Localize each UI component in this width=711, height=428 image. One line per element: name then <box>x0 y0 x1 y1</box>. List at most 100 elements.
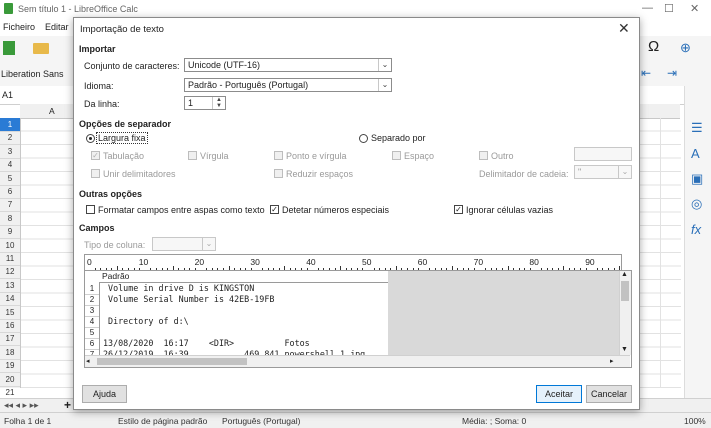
omega-icon[interactable]: Ω <box>648 38 659 55</box>
detect-numbers-label[interactable]: Detetar números especiais <box>282 205 389 215</box>
status-sum[interactable]: Média: ; Soma: 0 <box>462 416 526 426</box>
preview-vertical-scrollbar[interactable]: ▲ ▼ <box>619 271 631 355</box>
help-button[interactable]: Ajuda <box>82 385 127 403</box>
row-header[interactable]: 3 <box>0 145 20 159</box>
text-import-dialog: Importação de texto ✕ Importar Conjunto … <box>73 17 640 410</box>
tab-checkbox[interactable]: ✓ <box>91 151 100 160</box>
spinner-arrows-icon[interactable]: ▲ ▼ <box>212 97 225 109</box>
close-window-icon[interactable]: ✕ <box>690 2 699 15</box>
sheet-nav-icon[interactable]: ◂◂ ◂ ▸ ▸▸ <box>4 400 39 411</box>
preview-line: 13/08/2020 16:17 <DIR> Fotos <box>103 338 310 348</box>
fixed-width-radio[interactable] <box>86 134 95 143</box>
charset-select[interactable]: Unicode (UTF-16) ⌄ <box>184 58 392 72</box>
merge-delimiters-checkbox[interactable] <box>91 169 100 178</box>
scroll-thumb[interactable] <box>621 281 629 301</box>
status-language[interactable]: Português (Portugal) <box>222 416 300 426</box>
open-folder-icon[interactable] <box>33 43 49 54</box>
string-delimiter-select[interactable]: " ⌄ <box>574 165 632 179</box>
ruler-label: 80 <box>529 257 539 267</box>
row-header[interactable]: 15 <box>0 306 20 320</box>
row-header[interactable]: 1 <box>0 118 20 132</box>
other-options-section-heading: Outras opções <box>79 189 143 199</box>
row-header[interactable]: 2 <box>0 131 20 146</box>
row-header[interactable]: 9 <box>0 225 20 240</box>
chevron-down-icon: ⌄ <box>378 59 391 71</box>
row-header[interactable]: 10 <box>0 239 20 253</box>
preview-table[interactable]: Padrão 12345678 Volume in drive D is KIN… <box>84 270 632 368</box>
status-zoom[interactable]: 100% <box>684 416 706 426</box>
name-box[interactable]: A1 <box>2 90 13 100</box>
ruler-label: 30 <box>250 257 260 267</box>
scroll-down-icon[interactable]: ▼ <box>621 346 628 353</box>
row-header[interactable]: 4 <box>0 158 20 173</box>
other-checkbox[interactable] <box>479 151 488 160</box>
ignore-empty-label[interactable]: Ignorar células vazias <box>466 205 553 215</box>
ok-button[interactable]: Aceitar <box>536 385 582 403</box>
fixed-width-label[interactable]: Largura fixa <box>96 132 148 144</box>
row-header[interactable]: 5 <box>0 172 20 186</box>
column-header-a[interactable]: A <box>49 106 55 116</box>
outdent-icon[interactable]: ⇥ <box>667 66 677 80</box>
ruler-label: 0 <box>87 257 92 267</box>
navigator-icon[interactable]: ◎ <box>691 196 702 212</box>
row-header[interactable]: 8 <box>0 212 20 226</box>
status-page-style[interactable]: Estilo de página padrão <box>118 416 207 426</box>
from-row-spinner[interactable]: 1 ▲ ▼ <box>184 96 226 110</box>
row-header[interactable]: 7 <box>0 198 20 213</box>
separated-by-label[interactable]: Separado por <box>371 133 426 143</box>
preview-horizontal-scrollbar[interactable]: ◂ ▸ <box>85 355 630 367</box>
hscroll-thumb[interactable] <box>97 358 247 365</box>
row-header[interactable]: 18 <box>0 346 20 360</box>
gallery-icon[interactable]: ▣ <box>691 171 703 187</box>
charset-value: Unicode (UTF-16) <box>188 60 261 70</box>
add-sheet-icon[interactable]: + <box>64 398 71 412</box>
semicolon-checkbox[interactable] <box>274 151 283 160</box>
functions-icon[interactable]: fx <box>691 222 701 237</box>
charset-label: Conjunto de caracteres: <box>84 61 180 71</box>
minimize-icon[interactable]: — <box>642 2 653 14</box>
hyperlink-icon[interactable]: ⊕ <box>680 40 691 56</box>
cancel-button[interactable]: Cancelar <box>586 385 632 403</box>
properties-icon[interactable]: ☰ <box>691 120 703 136</box>
indent-icon[interactable]: ⇤ <box>641 66 651 80</box>
column-type-select[interactable]: ⌄ <box>152 237 216 251</box>
other-input[interactable] <box>574 147 632 161</box>
close-icon[interactable]: ✕ <box>618 20 630 37</box>
styles-icon[interactable]: A <box>691 146 700 161</box>
format-quoted-checkbox[interactable] <box>86 205 95 214</box>
ruler-label: 20 <box>194 257 205 267</box>
row-header[interactable]: 13 <box>0 279 20 293</box>
preview-column-header[interactable]: Padrão <box>99 271 389 283</box>
import-section-heading: Importar <box>79 44 116 54</box>
scroll-left-icon[interactable]: ◂ <box>86 357 90 365</box>
separated-by-radio[interactable] <box>359 134 368 143</box>
column-ruler[interactable]: 0 10 20 30 40 50 60 70 80 90 <box>84 254 622 271</box>
language-select[interactable]: Padrão - Português (Portugal) ⌄ <box>184 78 392 92</box>
ruler-label: 60 <box>417 257 428 267</box>
font-name-box[interactable]: Liberation Sans <box>1 69 64 79</box>
scroll-right-icon[interactable]: ▸ <box>610 357 614 365</box>
row-header[interactable]: 6 <box>0 185 20 199</box>
semicolon-label: Ponto e vírgula <box>286 151 347 161</box>
row-header[interactable]: 16 <box>0 319 20 333</box>
scroll-up-icon[interactable]: ▲ <box>621 271 628 278</box>
row-header[interactable]: 14 <box>0 292 20 307</box>
row-header[interactable]: 17 <box>0 332 20 347</box>
ruler-label: 90 <box>585 257 595 267</box>
column-type-label: Tipo de coluna: <box>84 240 146 250</box>
menu-editar[interactable]: Editar <box>45 22 69 32</box>
row-header[interactable]: 20 <box>0 373 20 387</box>
detect-numbers-checkbox[interactable]: ✓ <box>270 205 279 214</box>
menu-ficheiro[interactable]: Ficheiro <box>3 22 35 32</box>
maximize-icon[interactable]: ☐ <box>664 2 674 15</box>
ignore-empty-checkbox[interactable]: ✓ <box>454 205 463 214</box>
row-header[interactable]: 11 <box>0 252 20 266</box>
fields-section-heading: Campos <box>79 223 115 233</box>
row-header[interactable]: 19 <box>0 359 20 374</box>
row-header[interactable]: 12 <box>0 265 20 280</box>
format-quoted-label[interactable]: Formatar campos entre aspas como texto <box>98 205 265 215</box>
new-document-icon[interactable] <box>3 41 15 55</box>
trim-spaces-checkbox[interactable] <box>274 169 283 178</box>
comma-checkbox[interactable] <box>188 151 197 160</box>
space-checkbox[interactable] <box>392 151 401 160</box>
